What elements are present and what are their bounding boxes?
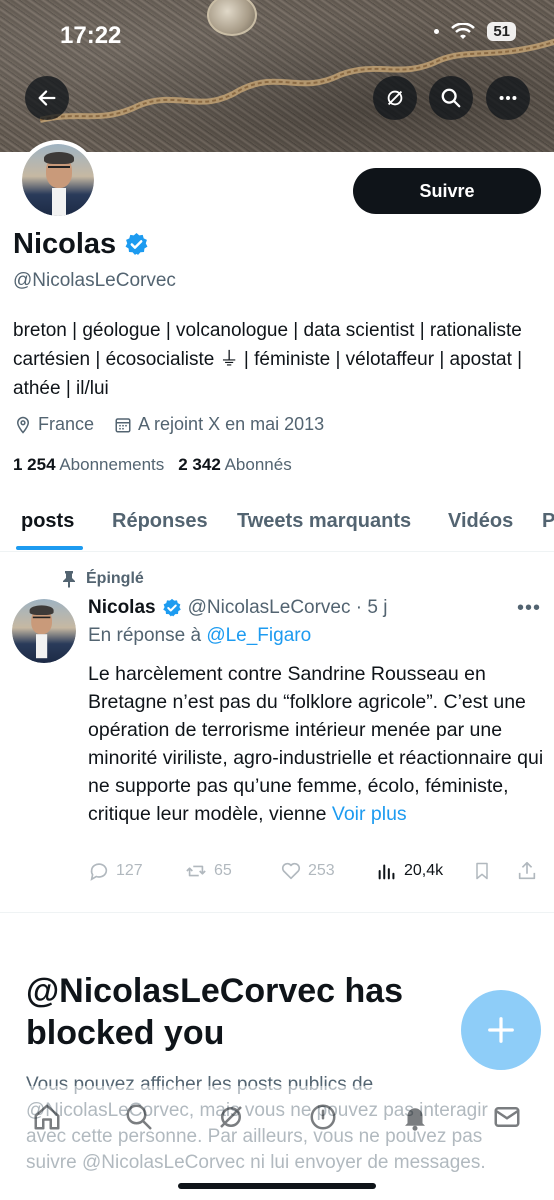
post-avatar-photo: [12, 599, 76, 663]
post-author-name[interactable]: Nicolas: [88, 597, 156, 619]
grok-button[interactable]: [373, 76, 417, 120]
following-label: Abonnements: [59, 455, 165, 474]
more-options-button[interactable]: [486, 76, 530, 120]
messages-envelope-icon[interactable]: [492, 1102, 522, 1132]
plus-icon: [488, 1017, 514, 1043]
compose-post-button[interactable]: [461, 990, 541, 1070]
followers-link[interactable]: 2 342 Abonnés: [178, 455, 291, 475]
follow-button[interactable]: Suivre: [353, 168, 541, 214]
post-text[interactable]: Le harcèlement contre Sandrine Rousseau …: [88, 660, 548, 828]
pinned-indicator: Épinglé: [62, 570, 144, 588]
followers-count: 2 342: [178, 455, 221, 474]
profile-name-text: Nicolas: [13, 228, 117, 260]
post-author-avatar[interactable]: [12, 599, 76, 663]
profile-avatar[interactable]: [18, 140, 98, 220]
post-actions: 127 65 253 20,4k: [88, 860, 543, 890]
reply-to-link[interactable]: @Le_Figaro: [206, 625, 311, 646]
like-button[interactable]: 253: [280, 860, 335, 882]
pinned-label: Épinglé: [86, 570, 144, 587]
share-icon: [518, 861, 536, 880]
pin-icon: [63, 571, 75, 588]
search-icon: [441, 88, 461, 108]
profile-tabs: posts Réponses Tweets marquants Vidéos P: [0, 496, 554, 552]
bookmark-icon: [476, 862, 488, 880]
following-count: 1 254: [13, 455, 56, 474]
reply-prefix: En réponse à: [88, 625, 207, 646]
status-time: 17:22: [60, 22, 122, 49]
reply-count: 127: [116, 862, 143, 879]
arrow-left-icon: [38, 90, 56, 106]
share-button[interactable]: [516, 860, 538, 882]
repost-button[interactable]: 65: [184, 860, 232, 882]
bookmark-button[interactable]: [472, 860, 492, 882]
communities-icon[interactable]: [308, 1102, 338, 1132]
blocked-title: @NicolasLeCorvec has blocked you: [26, 972, 404, 1052]
join-date-text: A rejoint X en mai 2013: [138, 414, 325, 434]
more-horizontal-icon: [499, 95, 517, 101]
search-icon[interactable]: [124, 1102, 154, 1132]
location-pin-icon: [16, 416, 30, 434]
tab-replies[interactable]: Réponses: [112, 510, 208, 533]
profile-bio: breton | géologue | volcanologue | data …: [13, 320, 523, 399]
calendar-icon: [115, 417, 131, 432]
post-header: Nicolas @NicolasLeCorvec · 5 j: [88, 597, 387, 619]
see-more-link[interactable]: Voir plus: [332, 803, 407, 825]
join-date: A rejoint X en mai 2013: [114, 414, 324, 435]
views-count: 20,4k: [404, 862, 444, 879]
section-divider: [0, 912, 554, 913]
post-author-handle-time: @NicolasLeCorvec · 5 j: [187, 597, 388, 618]
profile-name: Nicolas: [13, 228, 149, 261]
signal-dot-icon: [434, 29, 440, 34]
reply-button[interactable]: 127: [88, 860, 143, 882]
notifications-bell-icon[interactable]: [400, 1102, 430, 1132]
repost-count: 65: [214, 862, 232, 879]
tab-highlights[interactable]: Tweets marquants: [237, 510, 411, 533]
back-button[interactable]: [25, 76, 69, 120]
location: France: [14, 414, 94, 435]
status-icons: 51: [434, 22, 516, 41]
avatar-photo: [22, 144, 94, 216]
home-icon[interactable]: [32, 1102, 62, 1132]
grok-icon: [387, 90, 403, 106]
views-button[interactable]: 20,4k: [376, 860, 443, 882]
repost-icon: [186, 865, 206, 877]
reply-context: En réponse à @Le_Figaro: [88, 625, 311, 647]
profile-meta: France A rejoint X en mai 2013: [14, 414, 324, 435]
search-button[interactable]: [429, 76, 473, 120]
reply-icon: [90, 863, 108, 881]
profile-handle: @NicolasLeCorvec: [13, 270, 176, 291]
follow-counts: 1 254 Abonnements 2 342 Abonnés: [13, 455, 292, 475]
heart-icon: [281, 862, 301, 880]
wifi-icon: [451, 22, 476, 39]
tab-posts[interactable]: posts: [21, 510, 74, 533]
battery-icon: 51: [487, 22, 516, 41]
home-indicator: [178, 1183, 376, 1189]
views-chart-icon: [378, 864, 395, 880]
following-link[interactable]: 1 254 Abonnements: [13, 455, 164, 475]
like-count: 253: [308, 862, 335, 879]
followers-label: Abonnés: [224, 455, 292, 474]
post-text-content: Le harcèlement contre Sandrine Rousseau …: [88, 663, 544, 825]
active-tab-indicator: [16, 546, 83, 550]
grok-icon[interactable]: [216, 1102, 246, 1132]
verified-badge-icon: [162, 598, 181, 617]
tab-videos[interactable]: Vidéos: [448, 510, 513, 533]
verified-badge-icon[interactable]: [124, 232, 149, 257]
post-more-button[interactable]: •••: [517, 597, 541, 620]
location-text: France: [38, 414, 95, 434]
tab-next[interactable]: P: [542, 510, 554, 533]
